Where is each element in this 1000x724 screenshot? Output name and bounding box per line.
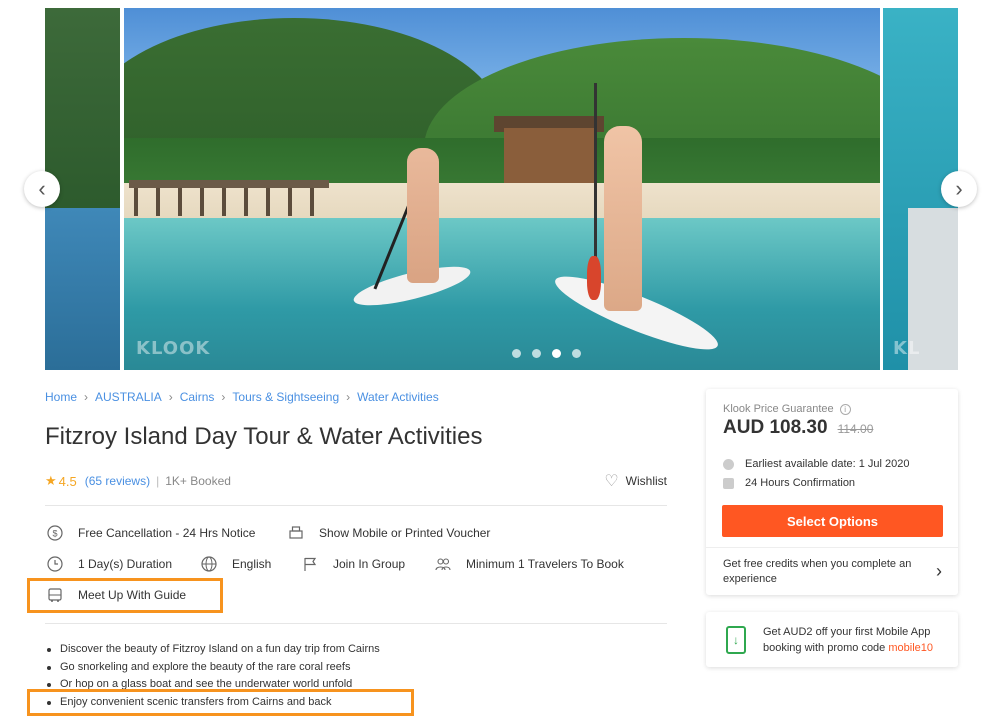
- divider: [45, 505, 667, 506]
- heart-icon: ♡: [604, 473, 619, 490]
- price-guarantee: Klook Price Guarantee i: [723, 403, 851, 415]
- chevron-right-icon: ›: [221, 390, 226, 404]
- feature-voucher-label: Show Mobile or Printed Voucher: [319, 526, 491, 540]
- breadcrumb-subcategory[interactable]: Water Activities: [357, 390, 439, 404]
- divider: [45, 623, 667, 624]
- breadcrumb-country[interactable]: AUSTRALIA: [95, 390, 162, 404]
- feature-voucher: Show Mobile or Printed Voucher: [287, 524, 490, 542]
- app-promo-text: Get AUD2 off your first Mobile App booki…: [763, 624, 953, 656]
- rating-value: 4.5: [58, 473, 77, 489]
- wishlist-label: Wishlist: [625, 474, 667, 488]
- breadcrumb-city[interactable]: Cairns: [180, 390, 215, 404]
- resort-building-image-part: [504, 128, 594, 183]
- promo-code: mobile10: [888, 642, 933, 654]
- feature-minimum-label: Minimum 1 Travelers To Book: [466, 557, 624, 571]
- feature-language-label: English: [232, 557, 272, 571]
- feature-cancellation-label: Free Cancellation - 24 Hrs Notice: [78, 526, 256, 540]
- current-price: AUD 108.30: [723, 417, 828, 438]
- select-options-button[interactable]: Select Options: [722, 505, 943, 537]
- image-gallery[interactable]: KLOOK KL: [45, 8, 958, 370]
- price-guarantee-label: Klook Price Guarantee: [723, 403, 834, 415]
- feature-duration-label: 1 Day(s) Duration: [78, 557, 173, 571]
- feature-group: Join In Group: [301, 555, 405, 573]
- list-item: Go snorkeling and explore the beauty of …: [45, 659, 380, 677]
- rating-row: ★ 4.5 (65 reviews) | 1K+ Booked ♡ Wishli…: [45, 471, 667, 491]
- dollar-circle-icon: $: [46, 524, 64, 542]
- earliest-date: Earliest available date: 1 Jul 2020: [745, 458, 910, 470]
- pier-legs-image-part: [134, 188, 324, 216]
- chevron-right-icon: ›: [84, 390, 89, 404]
- app-promo-card[interactable]: ↓ Get AUD2 off your first Mobile App boo…: [706, 612, 958, 667]
- carousel-dots: [512, 349, 581, 358]
- gallery-next-button[interactable]: ›: [941, 171, 977, 207]
- feature-duration: 1 Day(s) Duration: [46, 555, 172, 573]
- paddleboarder-image-part: [604, 126, 642, 311]
- feature-minimum: Minimum 1 Travelers To Book: [434, 555, 624, 573]
- globe-icon: [200, 555, 218, 573]
- gallery-prev-button[interactable]: ‹: [24, 171, 60, 207]
- separator: |: [156, 474, 160, 488]
- feature-group-label: Join In Group: [333, 557, 406, 571]
- reviews-link[interactable]: (65 reviews): [85, 474, 150, 488]
- people-icon: [434, 555, 452, 573]
- divider: [706, 547, 958, 548]
- paddleboarder-image-part: [407, 148, 439, 283]
- gallery-slide-current: KLOOK: [124, 8, 880, 370]
- svg-text:$: $: [52, 529, 57, 539]
- chevron-right-icon: ›: [346, 390, 351, 404]
- pier-image-part: [129, 180, 329, 188]
- water-image-part: [45, 208, 120, 370]
- price: AUD 108.30 114.00: [723, 417, 873, 439]
- clock-icon: [46, 555, 64, 573]
- list-item: Discover the beauty of Fitzroy Island on…: [45, 641, 380, 659]
- page-title: Fitzroy Island Day Tour & Water Activiti…: [45, 423, 483, 450]
- flag-icon: [301, 555, 319, 573]
- checkbox-icon: [723, 477, 734, 489]
- carousel-dot[interactable]: [572, 349, 581, 358]
- breadcrumb: Home › AUSTRALIA › Cairns › Tours & Sigh…: [45, 390, 439, 404]
- clock-icon: [723, 458, 734, 470]
- klook-watermark: KL: [893, 338, 921, 359]
- earliest-date-row: Earliest available date: 1 Jul 2020: [723, 458, 910, 470]
- klook-watermark: KLOOK: [136, 338, 211, 359]
- carousel-dot[interactable]: [532, 349, 541, 358]
- feature-cancellation: $ Free Cancellation - 24 Hrs Notice: [46, 524, 255, 542]
- paddle-blade-image-part: [587, 256, 601, 300]
- confirmation-row: 24 Hours Confirmation: [723, 477, 855, 489]
- breadcrumb-category[interactable]: Tours & Sightseeing: [232, 390, 339, 404]
- star-icon: ★: [45, 473, 57, 488]
- mobile-download-icon: ↓: [726, 626, 746, 654]
- highlight-box: [27, 689, 414, 716]
- confirmation: 24 Hours Confirmation: [745, 477, 856, 489]
- feature-language: English: [200, 555, 271, 573]
- water-image-part: [124, 218, 880, 370]
- chevron-right-icon: ›: [168, 390, 173, 404]
- original-price: 114.00: [837, 422, 874, 436]
- credits-text[interactable]: Get free credits when you complete an ex…: [723, 557, 923, 587]
- carousel-dot[interactable]: [512, 349, 521, 358]
- chevron-left-icon: ‹: [38, 176, 46, 201]
- highlight-box: [27, 578, 223, 613]
- info-icon[interactable]: i: [839, 403, 851, 415]
- wishlist-button[interactable]: ♡ Wishlist: [604, 471, 667, 491]
- booked-count: 1K+ Booked: [165, 474, 231, 488]
- printer-icon: [287, 524, 305, 542]
- chevron-right-icon: ›: [955, 176, 963, 201]
- price-card: Klook Price Guarantee i AUD 108.30 114.0…: [706, 389, 958, 595]
- chevron-right-icon[interactable]: ›: [936, 561, 942, 582]
- breadcrumb-home[interactable]: Home: [45, 390, 77, 404]
- carousel-dot-active[interactable]: [552, 349, 561, 358]
